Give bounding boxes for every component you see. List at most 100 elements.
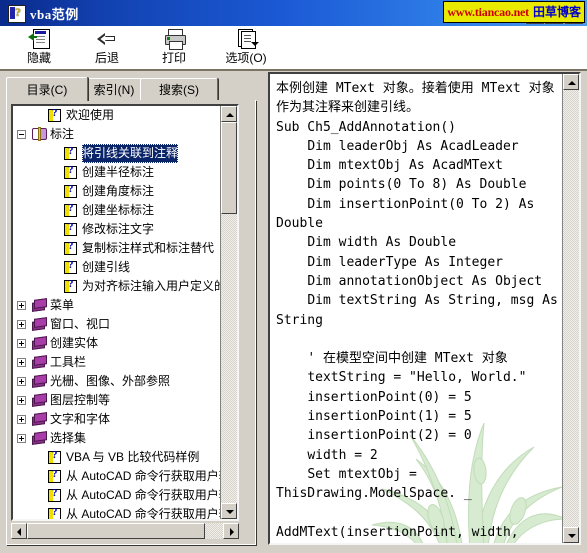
topic-body-text: 本例创建 MText 对象。接着使用 MText 对象作为其注释来创建引线。 S… [276, 81, 558, 540]
watermark-url: www.tiancao.net [447, 5, 529, 19]
tree-scroll-down-button[interactable] [221, 503, 237, 519]
help-topic-icon [48, 449, 61, 464]
help-topic-icon [64, 240, 77, 255]
tree-item[interactable]: 菜单 [13, 296, 221, 315]
closed-book-icon [32, 374, 48, 388]
collapse-toggle-icon[interactable] [17, 130, 26, 139]
tree-item-label: 光栅、图像、外部参照 [50, 374, 171, 388]
tree-item-label: 欢迎使用 [66, 108, 115, 122]
navigation-pane: 欢迎使用标注将引线关联到注释创建半径标注创建角度标注创建坐标标注修改标注文字复制… [6, 100, 256, 545]
tree-hscroll-track[interactable] [27, 523, 223, 539]
help-topic-icon [64, 278, 77, 293]
tree-item[interactable]: 文字和字体 [13, 410, 221, 429]
tree-item-label: 创建引线 [82, 260, 131, 274]
closed-book-icon [32, 355, 48, 369]
topic-vertical-scrollbar[interactable] [562, 74, 579, 543]
options-button-label: 选项(O) [225, 51, 267, 65]
tree-item[interactable]: 创建实体 [13, 334, 221, 353]
topic-scroll-up-button[interactable] [563, 74, 579, 90]
watermark-name: 田草博客 [532, 5, 581, 19]
options-icon [235, 28, 259, 49]
chevron-right-icon [230, 528, 234, 536]
chevron-up-icon [226, 113, 234, 117]
tree-item[interactable]: 欢迎使用 [13, 106, 221, 125]
toolbar: 隐藏 后退 打印 选项(O) [0, 26, 587, 71]
tree-scroll-up-button[interactable] [221, 106, 237, 122]
tree-item-label: 标注 [50, 127, 75, 141]
tree-item-label: 创建坐标标注 [82, 203, 155, 217]
tree-item[interactable]: 从 AutoCAD 命令行获取用户输入 [13, 505, 221, 519]
tree-vertical-scrollbar[interactable] [220, 106, 237, 519]
expand-toggle-icon[interactable] [17, 320, 26, 329]
tree-item[interactable]: 复制标注样式和标注替代 [13, 239, 221, 258]
expand-toggle-icon[interactable] [17, 339, 26, 348]
closed-book-icon [32, 317, 48, 331]
tree-horizontal-scrollbar[interactable] [11, 523, 239, 539]
tree-item-label: 工具栏 [50, 355, 87, 369]
closed-book-icon [32, 298, 48, 312]
tree-item-label: 创建角度标注 [82, 184, 155, 198]
tree-scroll-left-button[interactable] [11, 523, 27, 539]
tree-item[interactable]: 光栅、图像、外部参照 [13, 372, 221, 391]
site-watermark: www.tiancao.net 田草博客 [443, 1, 585, 23]
tab-search[interactable]: 搜索(S) [140, 78, 218, 100]
expand-toggle-icon[interactable] [17, 301, 26, 310]
topic-scroll-track[interactable] [563, 90, 579, 527]
tree-item[interactable]: VBA 与 VB 比较代码样例 [13, 448, 221, 467]
expand-toggle-icon[interactable] [17, 377, 26, 386]
hide-button[interactable]: 隐藏 [8, 28, 70, 68]
open-book-icon [32, 127, 48, 141]
chevron-down-icon [226, 510, 234, 514]
tree-scroll-thumb[interactable] [221, 122, 237, 214]
topic-scroll-down-button[interactable] [563, 527, 579, 543]
help-topic-icon [48, 487, 61, 502]
expand-toggle-icon[interactable] [17, 434, 26, 443]
window-title: vba范例 [30, 7, 79, 22]
tree-item-label: VBA 与 VB 比较代码样例 [66, 450, 200, 464]
tree-item-label: 图层控制等 [50, 393, 111, 407]
closed-book-icon [32, 336, 48, 350]
contents-tree[interactable]: 欢迎使用标注将引线关联到注释创建半径标注创建角度标注创建坐标标注修改标注文字复制… [11, 104, 239, 521]
expand-toggle-icon[interactable] [17, 396, 26, 405]
tree-item-label: 窗口、视口 [50, 317, 111, 331]
closed-book-icon [32, 393, 48, 407]
tree-item[interactable]: 将引线关联到注释 [13, 144, 221, 163]
tree-item[interactable]: 创建半径标注 [13, 163, 221, 182]
tree-item[interactable]: 从 AutoCAD 命令行获取用户输入 [13, 467, 221, 486]
tree-scroll-right-button[interactable] [223, 523, 239, 539]
tree-item[interactable]: 窗口、视口 [13, 315, 221, 334]
tree-item[interactable]: 从 AutoCAD 命令行获取用户输入 [13, 486, 221, 505]
title-bar: vba范例 www.tiancao.net 田草博客 [0, 0, 587, 26]
pane-splitter[interactable] [258, 72, 266, 545]
tree-item-label: 为对齐标注输入用户定义的后缀 [82, 279, 221, 293]
back-arrow-icon [96, 28, 118, 49]
back-button[interactable]: 后退 [76, 28, 138, 68]
tab-contents-label: 目录(C) [26, 83, 68, 97]
print-button[interactable]: 打印 [143, 28, 205, 68]
hide-panel-icon [28, 28, 50, 49]
tree-item-label: 创建半径标注 [82, 165, 155, 179]
tree-item[interactable]: 创建坐标标注 [13, 201, 221, 220]
tree-scroll-track[interactable] [221, 122, 237, 503]
expand-toggle-icon[interactable] [17, 358, 26, 367]
tree-item[interactable]: 选择集 [13, 429, 221, 448]
chevron-left-icon [17, 528, 21, 536]
tree-item[interactable]: 创建角度标注 [13, 182, 221, 201]
tree-item-label: 选择集 [50, 431, 87, 445]
tree-item[interactable]: 图层控制等 [13, 391, 221, 410]
tree-item-label: 将引线关联到注释 [82, 144, 179, 163]
expand-toggle-icon[interactable] [17, 415, 26, 424]
tree-item[interactable]: 为对齐标注输入用户定义的后缀 [13, 277, 221, 296]
tree-item[interactable]: 创建引线 [13, 258, 221, 277]
help-topic-icon [64, 202, 77, 217]
tree-item[interactable]: 工具栏 [13, 353, 221, 372]
topic-content[interactable]: 本例创建 MText 对象。接着使用 MText 对象作为其注释来创建引线。 S… [270, 74, 562, 543]
tree-hscroll-thumb[interactable] [27, 523, 205, 539]
tree-item[interactable]: 修改标注文字 [13, 220, 221, 239]
print-button-label: 打印 [161, 51, 186, 65]
tab-contents[interactable]: 目录(C) [6, 77, 88, 101]
options-button[interactable]: 选项(O) [207, 28, 285, 68]
closed-book-icon [32, 412, 48, 426]
help-topic-icon [48, 468, 61, 483]
tree-item[interactable]: 标注 [13, 125, 221, 144]
